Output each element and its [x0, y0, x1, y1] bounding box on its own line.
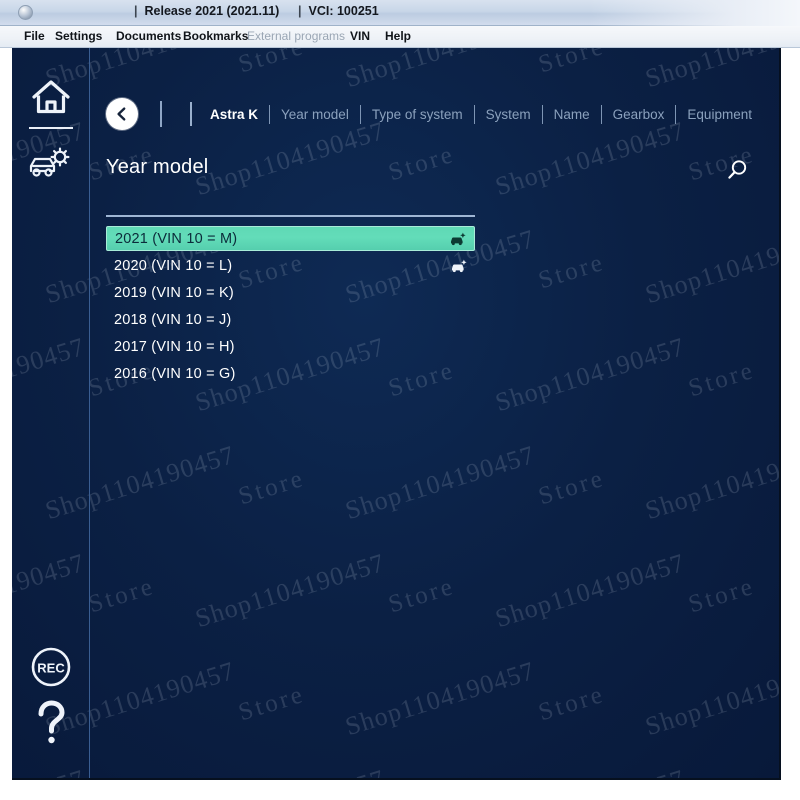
- content-area: Astra K Year model Type of system System Nam…: [90, 48, 779, 778]
- header-divider: [106, 215, 475, 217]
- svg-text:REC: REC: [37, 661, 65, 676]
- list-item-label: 2019 (VIN 10 = K): [114, 285, 234, 301]
- menu-item-bookmarks[interactable]: Bookmarks: [183, 29, 248, 43]
- breadcrumb-separator-bar-1: [160, 101, 162, 127]
- menu-item-vin[interactable]: VIN: [350, 29, 370, 43]
- breadcrumb: Astra K Year model Type of system System Nam…: [202, 104, 763, 124]
- list-item[interactable]: 2016 (VIN 10 = G): [106, 362, 475, 386]
- search-button[interactable]: [721, 154, 755, 186]
- titlebar-release-text: Release 2021 (2021.11): [144, 4, 280, 18]
- menu-item-file[interactable]: File: [24, 29, 45, 43]
- sidebar-item-record[interactable]: REC: [12, 640, 90, 694]
- list-item-label: 2021 (VIN 10 = M): [115, 230, 238, 247]
- titlebar-separator-2: |: [298, 4, 302, 18]
- app-logo-icon: [18, 5, 33, 20]
- breadcrumb-item-system[interactable]: System: [475, 107, 542, 122]
- list-item-label: 2020 (VIN 10 = L): [114, 258, 233, 274]
- list-item-label: 2016 (VIN 10 = G): [114, 366, 236, 382]
- chevron-left-icon: [117, 107, 126, 121]
- back-button[interactable]: [106, 98, 138, 130]
- list-item[interactable]: 2019 (VIN 10 = K): [106, 281, 475, 305]
- menu-item-settings[interactable]: Settings: [55, 29, 102, 43]
- list-item-label: 2017 (VIN 10 = H): [114, 339, 235, 355]
- breadcrumb-item-type-of-system[interactable]: Type of system: [361, 107, 474, 122]
- breadcrumb-item-year-model[interactable]: Year model: [270, 107, 360, 122]
- menu-item-help[interactable]: Help: [385, 29, 411, 43]
- car-gear-icon: [29, 147, 70, 177]
- menu-item-external-programs: External programs: [247, 29, 346, 43]
- sidebar-item-home[interactable]: [12, 70, 90, 124]
- breadcrumb-item-gearbox[interactable]: Gearbox: [602, 107, 676, 122]
- titlebar-vci-info: | VCI: 100251: [298, 4, 379, 18]
- titlebar-vci-text: VCI: 100251: [308, 4, 379, 18]
- titlebar-separator: |: [134, 4, 138, 18]
- page-header: Year model: [106, 154, 755, 198]
- breadcrumb-item-equipment[interactable]: Equipment: [676, 107, 763, 122]
- question-mark-icon: [38, 700, 65, 744]
- list-item[interactable]: 2020 (VIN 10 = L): [106, 254, 475, 278]
- breadcrumb-item-name[interactable]: Name: [543, 107, 601, 122]
- list-item[interactable]: 2018 (VIN 10 = J): [106, 308, 475, 332]
- list-item-label: 2018 (VIN 10 = J): [114, 312, 232, 328]
- breadcrumb-bar: Astra K Year model Type of system System Nam…: [90, 94, 779, 134]
- breadcrumb-item-astra-k[interactable]: Astra K: [202, 107, 269, 122]
- car-add-icon: [449, 258, 469, 274]
- sidebar-item-help[interactable]: [12, 696, 90, 750]
- year-model-list: 2021 (VIN 10 = M) 2020 (VIN 10 = L) 2019 (…: [106, 226, 475, 386]
- sidebar: REC: [12, 48, 90, 778]
- menu-item-documents[interactable]: Documents: [116, 29, 181, 43]
- sidebar-item-vehicle[interactable]: [12, 136, 90, 190]
- window-titlebar: | Release 2021 (2021.11) | VCI: 100251: [0, 0, 800, 26]
- search-icon: [728, 160, 747, 179]
- car-add-icon: [448, 231, 468, 247]
- titlebar-fade: [590, 0, 800, 26]
- menu-bar: File Settings Documents Bookmarks External p…: [0, 26, 800, 48]
- list-item[interactable]: 2021 (VIN 10 = M): [106, 226, 475, 251]
- list-item[interactable]: 2017 (VIN 10 = H): [106, 335, 475, 359]
- page-title: Year model: [106, 156, 209, 178]
- application-window: Shop1104190457 Store Shop1104190457 Store Sh…: [12, 48, 781, 780]
- titlebar-release-info: | Release 2021 (2021.11): [134, 4, 279, 18]
- sidebar-divider: [29, 127, 73, 129]
- home-icon: [32, 80, 70, 114]
- breadcrumb-separator-bar-2: [190, 102, 192, 126]
- rec-icon: REC: [31, 647, 71, 687]
